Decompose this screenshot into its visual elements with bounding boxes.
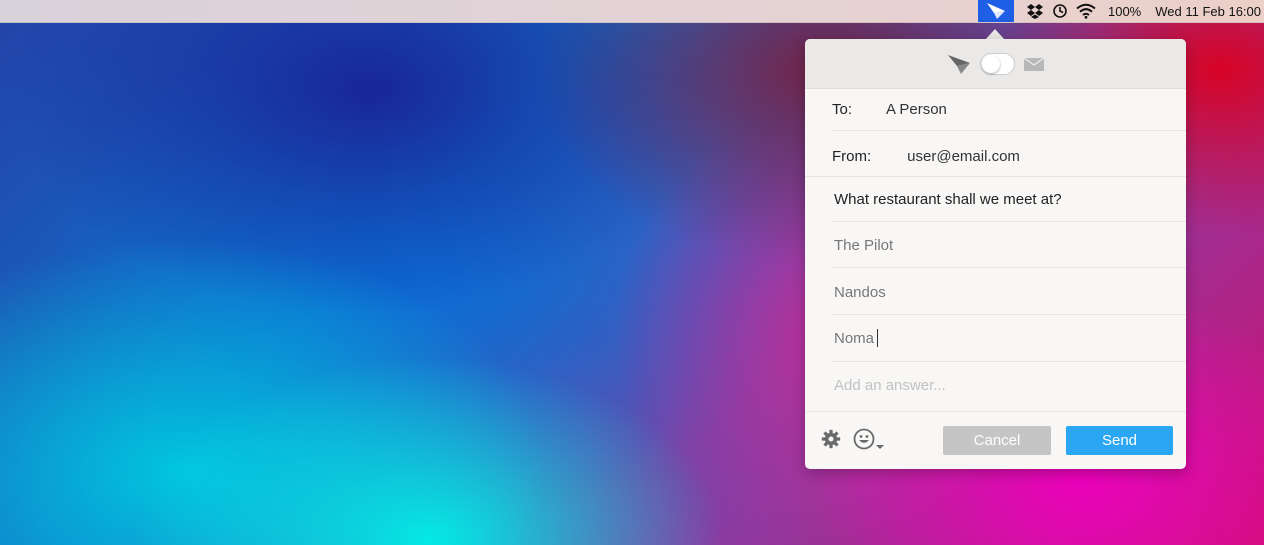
poll-popover: To: A Person From: user@email.com What r…	[805, 39, 1186, 469]
answer-field[interactable]: The Pilot	[834, 235, 893, 255]
divider	[832, 314, 1186, 315]
popover-header	[805, 39, 1186, 89]
to-field[interactable]: A Person	[886, 101, 947, 118]
add-answer-field[interactable]: Add an answer...	[834, 375, 946, 395]
answer-field[interactable]: Nandos	[834, 282, 886, 302]
menu-bar: 100% Wed 11 Feb 16:00	[0, 0, 1264, 23]
chevron-down-icon	[876, 445, 884, 449]
text-caret	[877, 329, 879, 347]
desktop-wallpaper: 100% Wed 11 Feb 16:00 To: A Person From:…	[0, 0, 1264, 545]
cancel-button[interactable]: Cancel	[943, 426, 1051, 455]
divider	[832, 361, 1186, 362]
answer-text: Noma	[834, 329, 875, 347]
battery-status[interactable]: 100%	[1108, 4, 1141, 19]
divider	[832, 130, 1186, 131]
divider	[832, 221, 1186, 222]
footer-tools	[821, 428, 884, 450]
dropbox-icon[interactable]	[1026, 3, 1044, 19]
smiley-icon	[853, 428, 875, 450]
from-row: From: user@email.com	[832, 146, 1020, 166]
to-label: To:	[832, 100, 853, 118]
app-menubar-button[interactable]	[977, 0, 1014, 22]
to-row: To: A Person	[832, 99, 947, 119]
question-field[interactable]: What restaurant shall we meet at?	[834, 189, 1062, 209]
menubar-clock[interactable]: Wed 11 Feb 16:00	[1155, 4, 1261, 19]
answer-field-active[interactable]: Noma	[834, 328, 879, 348]
envelope-icon[interactable]	[1023, 56, 1045, 72]
emoji-picker-button[interactable]	[853, 428, 884, 450]
clock-icon[interactable]	[1052, 3, 1068, 19]
from-field[interactable]: user@email.com	[907, 148, 1020, 165]
wifi-icon[interactable]	[1076, 3, 1096, 19]
paper-plane-icon[interactable]	[946, 53, 972, 75]
gear-icon[interactable]	[821, 429, 841, 449]
send-button[interactable]: Send	[1066, 426, 1173, 455]
from-label: From:	[832, 147, 872, 165]
paper-plane-icon	[986, 3, 1005, 19]
menu-bar-status-area: 100% Wed 11 Feb 16:00	[977, 0, 1261, 22]
toggle-knob	[982, 54, 1000, 73]
divider	[805, 411, 1186, 412]
divider	[832, 267, 1186, 268]
divider	[805, 176, 1186, 177]
mode-toggle[interactable]	[980, 52, 1015, 75]
